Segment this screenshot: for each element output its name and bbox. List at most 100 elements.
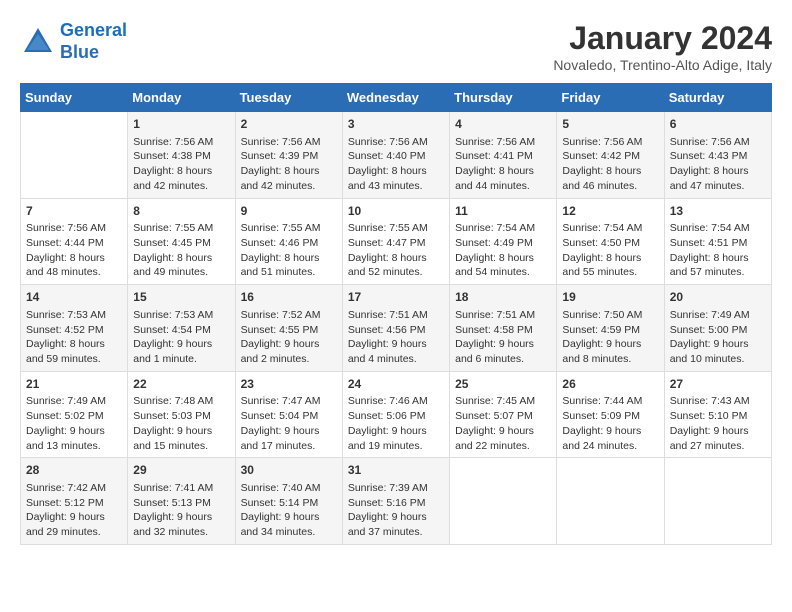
sunset: Sunset: 4:49 PM — [455, 237, 533, 249]
calendar-cell: 8 Sunrise: 7:55 AM Sunset: 4:45 PM Daylight… — [128, 198, 235, 285]
daylight: Daylight: 8 hours and 57 minutes. — [670, 252, 749, 279]
calendar-cell — [557, 458, 664, 545]
day-number: 18 — [455, 289, 551, 306]
daylight: Daylight: 9 hours and 6 minutes. — [455, 338, 534, 365]
calendar-cell: 26Sunrise: 7:44 AMSunset: 5:09 PMDayligh… — [557, 371, 664, 458]
header-thursday: Thursday — [450, 84, 557, 112]
sunset: Sunset: 4:45 PM — [133, 237, 211, 249]
calendar-cell: 14Sunrise: 7:53 AMSunset: 4:52 PMDayligh… — [21, 285, 128, 372]
day-number: 23 — [241, 376, 337, 393]
sunrise: Sunrise: 7:56 AM — [241, 136, 321, 148]
calendar-cell: 9Sunrise: 7:55 AMSunset: 4:46 PMDaylight… — [235, 198, 342, 285]
daylight: Daylight: 9 hours and 13 minutes. — [26, 425, 105, 452]
calendar-cell: 30Sunrise: 7:40 AMSunset: 5:14 PMDayligh… — [235, 458, 342, 545]
daylight: Daylight: 9 hours and 8 minutes. — [562, 338, 641, 365]
header-friday: Friday — [557, 84, 664, 112]
daylight: Daylight: 9 hours and 2 minutes. — [241, 338, 320, 365]
calendar-cell: 27Sunrise: 7:43 AMSunset: 5:10 PMDayligh… — [664, 371, 771, 458]
calendar-cell: 25Sunrise: 7:45 AMSunset: 5:07 PMDayligh… — [450, 371, 557, 458]
sunrise: Sunrise: 7:48 AM — [133, 395, 213, 407]
sunrise: Sunrise: 7:54 AM — [455, 222, 535, 234]
calendar-cell: 19Sunrise: 7:50 AMSunset: 4:59 PMDayligh… — [557, 285, 664, 372]
sunset: Sunset: 4:58 PM — [455, 324, 533, 336]
day-number: 1 — [133, 116, 229, 133]
sunset: Sunset: 5:06 PM — [348, 410, 426, 422]
calendar-cell: 31Sunrise: 7:39 AMSunset: 5:16 PMDayligh… — [342, 458, 449, 545]
calendar-week-row: 28Sunrise: 7:42 AMSunset: 5:12 PMDayligh… — [21, 458, 772, 545]
sunset: Sunset: 4:59 PM — [562, 324, 640, 336]
sunset: Sunset: 4:41 PM — [455, 150, 533, 162]
day-number: 6 — [670, 116, 766, 133]
sunset: Sunset: 4:56 PM — [348, 324, 426, 336]
sunset: Sunset: 5:10 PM — [670, 410, 748, 422]
sunrise: Sunrise: 7:56 AM — [455, 136, 535, 148]
sunset: Sunset: 4:51 PM — [670, 237, 748, 249]
sunrise: Sunrise: 7:53 AM — [26, 309, 106, 321]
day-number: 29 — [133, 462, 229, 479]
day-number: 9 — [241, 203, 337, 220]
daylight: Daylight: 9 hours and 1 minute. — [133, 338, 212, 365]
sunrise: Sunrise: 7:55 AM — [133, 222, 213, 234]
calendar-cell: 6Sunrise: 7:56 AMSunset: 4:43 PMDaylight… — [664, 112, 771, 199]
daylight: Daylight: 9 hours and 32 minutes. — [133, 511, 212, 538]
logo-text: General Blue — [60, 20, 127, 63]
location-subtitle: Novaledo, Trentino-Alto Adige, Italy — [553, 57, 772, 73]
calendar-table: Sunday Monday Tuesday Wednesday Thursday… — [20, 83, 772, 545]
sunset: Sunset: 4:44 PM — [26, 237, 104, 249]
day-number: 26 — [562, 376, 658, 393]
calendar-cell: 15Sunrise: 7:53 AMSunset: 4:54 PMDayligh… — [128, 285, 235, 372]
calendar-week-row: 1Sunrise: 7:56 AMSunset: 4:38 PMDaylight… — [21, 112, 772, 199]
calendar-body: 1Sunrise: 7:56 AMSunset: 4:38 PMDaylight… — [21, 112, 772, 545]
calendar-cell: 7Sunrise: 7:56 AMSunset: 4:44 PMDaylight… — [21, 198, 128, 285]
day-number: 2 — [241, 116, 337, 133]
daylight: Daylight: 9 hours and 22 minutes. — [455, 425, 534, 452]
day-number: 13 — [670, 203, 766, 220]
header-monday: Monday — [128, 84, 235, 112]
sunset: Sunset: 5:04 PM — [241, 410, 319, 422]
logo: General Blue — [20, 20, 127, 63]
day-number: 4 — [455, 116, 551, 133]
day-number: 27 — [670, 376, 766, 393]
sunset: Sunset: 5:14 PM — [241, 497, 319, 509]
calendar-cell: 12Sunrise: 7:54 AMSunset: 4:50 PMDayligh… — [557, 198, 664, 285]
day-number: 8 — [133, 203, 229, 220]
daylight: Daylight: 9 hours and 37 minutes. — [348, 511, 427, 538]
calendar-cell: 5Sunrise: 7:56 AMSunset: 4:42 PMDaylight… — [557, 112, 664, 199]
calendar-cell: 22Sunrise: 7:48 AMSunset: 5:03 PMDayligh… — [128, 371, 235, 458]
daylight: Daylight: 9 hours and 29 minutes. — [26, 511, 105, 538]
daylight: Daylight: 8 hours and 49 minutes. — [133, 252, 212, 279]
sunrise: Sunrise: 7:39 AM — [348, 482, 428, 494]
daylight: Daylight: 9 hours and 4 minutes. — [348, 338, 427, 365]
sunset: Sunset: 4:55 PM — [241, 324, 319, 336]
sunset: Sunset: 4:40 PM — [348, 150, 426, 162]
day-number: 28 — [26, 462, 122, 479]
page-header: General Blue January 2024 Novaledo, Tren… — [20, 20, 772, 73]
header-row: Sunday Monday Tuesday Wednesday Thursday… — [21, 84, 772, 112]
sunrise: Sunrise: 7:54 AM — [562, 222, 642, 234]
logo-general: General — [60, 20, 127, 40]
day-number: 7 — [26, 203, 122, 220]
daylight: Daylight: 9 hours and 10 minutes. — [670, 338, 749, 365]
daylight: Daylight: 8 hours and 44 minutes. — [455, 165, 534, 192]
calendar-cell — [664, 458, 771, 545]
calendar-cell: 10Sunrise: 7:55 AMSunset: 4:47 PMDayligh… — [342, 198, 449, 285]
day-number: 16 — [241, 289, 337, 306]
day-number: 12 — [562, 203, 658, 220]
sunrise: Sunrise: 7:46 AM — [348, 395, 428, 407]
calendar-cell: 4 Sunrise: 7:56 AM Sunset: 4:41 PM Daylight… — [450, 112, 557, 199]
day-number: 24 — [348, 376, 444, 393]
sunset: Sunset: 5:00 PM — [670, 324, 748, 336]
daylight: Daylight: 8 hours and 55 minutes. — [562, 252, 641, 279]
sunrise: Sunrise: 7:51 AM — [348, 309, 428, 321]
header-saturday: Saturday — [664, 84, 771, 112]
sunset: Sunset: 5:03 PM — [133, 410, 211, 422]
daylight: Daylight: 8 hours and 48 minutes. — [26, 252, 105, 279]
sunrise: Sunrise: 7:50 AM — [562, 309, 642, 321]
calendar-cell: 18Sunrise: 7:51 AMSunset: 4:58 PMDayligh… — [450, 285, 557, 372]
day-number: 17 — [348, 289, 444, 306]
sunset: Sunset: 4:47 PM — [348, 237, 426, 249]
daylight: Daylight: 8 hours and 43 minutes. — [348, 165, 427, 192]
daylight: Daylight: 8 hours and 42 minutes. — [133, 165, 212, 192]
calendar-cell: 24Sunrise: 7:46 AMSunset: 5:06 PMDayligh… — [342, 371, 449, 458]
day-number: 3 — [348, 116, 444, 133]
